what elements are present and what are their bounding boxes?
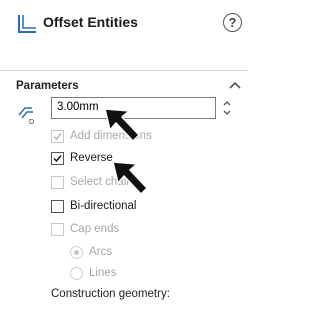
reverse-label: Reverse [70, 152, 113, 164]
offset-entities-icon [18, 15, 36, 33]
distance-spinner[interactable] [219, 97, 235, 119]
offset-distance-input[interactable]: 3.00mm [51, 97, 216, 119]
reverse-checkbox[interactable] [51, 152, 64, 165]
chevron-up-icon[interactable] [228, 80, 242, 90]
add-dimensions-checkbox[interactable] [51, 130, 64, 143]
lines-label: Lines [89, 267, 117, 279]
add-dimensions-label: Add dimensions [70, 130, 152, 142]
cap-ends-checkbox[interactable] [51, 223, 64, 236]
cap-ends-label: Cap ends [70, 223, 120, 235]
parameters-section-title: Parameters [16, 80, 79, 92]
select-chain-checkbox[interactable] [51, 176, 64, 189]
offset-distance-icon: D [18, 107, 34, 125]
panel-title: Offset Entities [43, 14, 138, 30]
lines-radio[interactable] [70, 267, 83, 280]
property-manager-header: Offset Entities ? [0, 0, 248, 34]
svg-text:D: D [29, 119, 34, 125]
arcs-label: Arcs [89, 246, 112, 258]
arcs-radio[interactable] [70, 246, 83, 259]
bi-directional-checkbox[interactable] [51, 200, 64, 213]
construction-geometry-label: Construction geometry: [51, 288, 170, 300]
checkmark-icon [53, 133, 62, 141]
help-button[interactable]: ? [223, 13, 242, 32]
select-chain-label: Select chain [70, 176, 133, 188]
checkmark-icon [53, 155, 62, 163]
bi-directional-label: Bi-directional [70, 200, 137, 212]
action-toolbar [0, 40, 248, 97]
